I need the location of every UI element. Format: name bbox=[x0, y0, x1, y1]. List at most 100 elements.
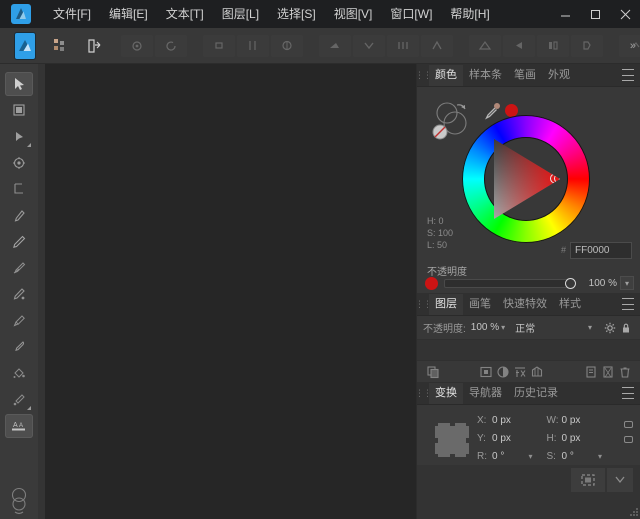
flood-fill-tool[interactable] bbox=[5, 361, 33, 385]
boolean-divide-icon[interactable] bbox=[571, 35, 603, 57]
panel-drag-grip[interactable]: ⋮⋮ bbox=[417, 70, 429, 81]
tab-stroke[interactable]: 笔画 bbox=[508, 65, 542, 86]
layer-opacity-caret-icon[interactable]: ▾ bbox=[501, 323, 505, 332]
link-ratio-icon[interactable] bbox=[623, 421, 633, 443]
align-center-icon[interactable] bbox=[353, 35, 385, 57]
menu-item-layer[interactable]: 图层[L] bbox=[213, 3, 268, 25]
duplicate-layer-icon[interactable] bbox=[424, 364, 441, 380]
maximize-icon[interactable] bbox=[580, 0, 610, 28]
transform-field-s[interactable]: S: 0 ° ▾ bbox=[547, 451, 617, 462]
delete-layer-icon[interactable] bbox=[616, 364, 633, 380]
tab-swatches[interactable]: 样本条 bbox=[463, 65, 508, 86]
grid-icon[interactable] bbox=[203, 35, 235, 57]
transform-field-x[interactable]: X: 0 px bbox=[477, 415, 547, 426]
tab-history[interactable]: 历史记录 bbox=[508, 383, 564, 404]
transform-r-caret-icon[interactable]: ▾ bbox=[528, 452, 532, 461]
menu-item-file[interactable]: 文件[F] bbox=[44, 3, 100, 25]
gradient-tool[interactable] bbox=[5, 387, 33, 411]
adjustment-layer-icon[interactable] bbox=[495, 364, 512, 380]
opacity-slider-knob[interactable] bbox=[565, 278, 576, 289]
toolbar-overflow-button[interactable]: » bbox=[630, 40, 636, 52]
hsl-color-wheel[interactable] bbox=[462, 115, 590, 243]
pencil-tool[interactable] bbox=[5, 230, 33, 254]
opacity-value[interactable]: 100 % bbox=[579, 278, 617, 289]
transform-field-y[interactable]: Y: 0 px bbox=[477, 433, 547, 444]
tab-transform[interactable]: 变换 bbox=[429, 383, 463, 404]
move-tool[interactable] bbox=[5, 72, 33, 96]
add-layer-icon[interactable] bbox=[582, 364, 599, 380]
opacity-dropdown-caret-icon[interactable]: ▾ bbox=[620, 276, 634, 290]
designer-persona-icon[interactable] bbox=[14, 32, 36, 60]
transform-x-value[interactable]: 0 px bbox=[492, 415, 511, 426]
shape-tool[interactable] bbox=[5, 177, 33, 201]
transform-field-h[interactable]: H: 0 px bbox=[547, 433, 617, 444]
transform-s-value[interactable]: 0 ° bbox=[562, 451, 574, 462]
hex-input[interactable]: FF0000 bbox=[570, 242, 632, 259]
guides-icon[interactable] bbox=[237, 35, 269, 57]
distribute-icon[interactable] bbox=[421, 35, 453, 57]
corner-tool[interactable] bbox=[5, 151, 33, 175]
tab-color[interactable]: 颜色 bbox=[429, 65, 463, 86]
pixel-view-icon[interactable] bbox=[271, 35, 303, 57]
transform-y-value[interactable]: 0 px bbox=[492, 433, 511, 444]
eyedropper-tool[interactable] bbox=[5, 335, 33, 359]
tab-navigator[interactable]: 导航器 bbox=[463, 383, 508, 404]
resize-grip-icon[interactable] bbox=[628, 506, 638, 516]
boolean-add-icon[interactable] bbox=[469, 35, 501, 57]
layer-list[interactable] bbox=[417, 340, 640, 360]
opacity-slider[interactable] bbox=[444, 279, 573, 288]
rotate-icon[interactable] bbox=[155, 35, 187, 57]
node-tool[interactable] bbox=[5, 125, 33, 149]
transform-s-caret-icon[interactable]: ▾ bbox=[598, 452, 602, 461]
transform-flip-icon[interactable] bbox=[607, 468, 633, 492]
menu-item-text[interactable]: 文本[T] bbox=[157, 3, 213, 25]
menu-item-help[interactable]: 帮助[H] bbox=[441, 3, 498, 25]
transform-frame-icon[interactable] bbox=[571, 468, 605, 492]
canvas-area[interactable] bbox=[38, 64, 416, 519]
lock-icon[interactable] bbox=[618, 320, 634, 336]
align-right-icon[interactable] bbox=[387, 35, 419, 57]
tab-appearance[interactable]: 外观 bbox=[542, 65, 576, 86]
blend-mode-value[interactable]: 正常 bbox=[515, 320, 588, 335]
snapping-icon[interactable] bbox=[121, 35, 153, 57]
minimize-icon[interactable] bbox=[550, 0, 580, 28]
transform-field-w[interactable]: W: 0 px bbox=[547, 415, 617, 426]
menu-item-window[interactable]: 窗口[W] bbox=[381, 3, 441, 25]
artboard-tool[interactable] bbox=[5, 98, 33, 122]
mask-layer-icon[interactable] bbox=[478, 364, 495, 380]
layers-panel-drag-grip[interactable]: ⋮⋮ bbox=[417, 299, 429, 310]
pen-tool[interactable] bbox=[5, 203, 33, 227]
align-left-icon[interactable] bbox=[319, 35, 351, 57]
menu-item-view[interactable]: 视图[V] bbox=[325, 3, 382, 25]
mask-snapshot-icon[interactable] bbox=[599, 364, 616, 380]
vector-brush-tool[interactable] bbox=[5, 256, 33, 280]
boolean-subtract-icon[interactable] bbox=[503, 35, 535, 57]
document-canvas[interactable] bbox=[45, 64, 416, 519]
view-tool[interactable] bbox=[5, 485, 33, 517]
transform-r-value[interactable]: 0 ° bbox=[492, 451, 504, 462]
paint-brush-tool[interactable] bbox=[5, 309, 33, 333]
transform-hamburger-menu-icon[interactable] bbox=[622, 387, 634, 399]
layer-opacity-value[interactable]: 100 % bbox=[471, 322, 499, 333]
menu-item-select[interactable]: 选择[S] bbox=[268, 3, 325, 25]
transform-h-value[interactable]: 0 px bbox=[562, 433, 581, 444]
transform-w-value[interactable]: 0 px bbox=[562, 415, 581, 426]
export-persona-icon[interactable] bbox=[86, 33, 104, 59]
boolean-intersect-icon[interactable] bbox=[537, 35, 569, 57]
layers-hamburger-menu-icon[interactable] bbox=[622, 298, 634, 310]
text-tool[interactable]: AA bbox=[5, 414, 33, 438]
transform-anchor-grid[interactable] bbox=[435, 423, 469, 457]
live-filter-icon[interactable] bbox=[529, 364, 546, 380]
tab-layers[interactable]: 图层 bbox=[429, 294, 463, 315]
hamburger-menu-icon[interactable] bbox=[622, 69, 634, 81]
transform-field-r[interactable]: R: 0 ° ▾ bbox=[477, 451, 547, 462]
blend-mode-caret-icon[interactable]: ▾ bbox=[588, 323, 592, 332]
transform-panel-drag-grip[interactable]: ⋮⋮ bbox=[417, 388, 429, 399]
gear-icon[interactable] bbox=[602, 320, 618, 336]
pixel-persona-icon[interactable] bbox=[52, 33, 70, 59]
tab-brushes[interactable]: 画笔 bbox=[463, 294, 497, 315]
tab-effects[interactable]: 快速特效 bbox=[497, 294, 553, 315]
fx-effects-icon[interactable] bbox=[512, 364, 529, 380]
close-icon[interactable] bbox=[610, 0, 640, 28]
menu-item-edit[interactable]: 编辑[E] bbox=[100, 3, 157, 25]
